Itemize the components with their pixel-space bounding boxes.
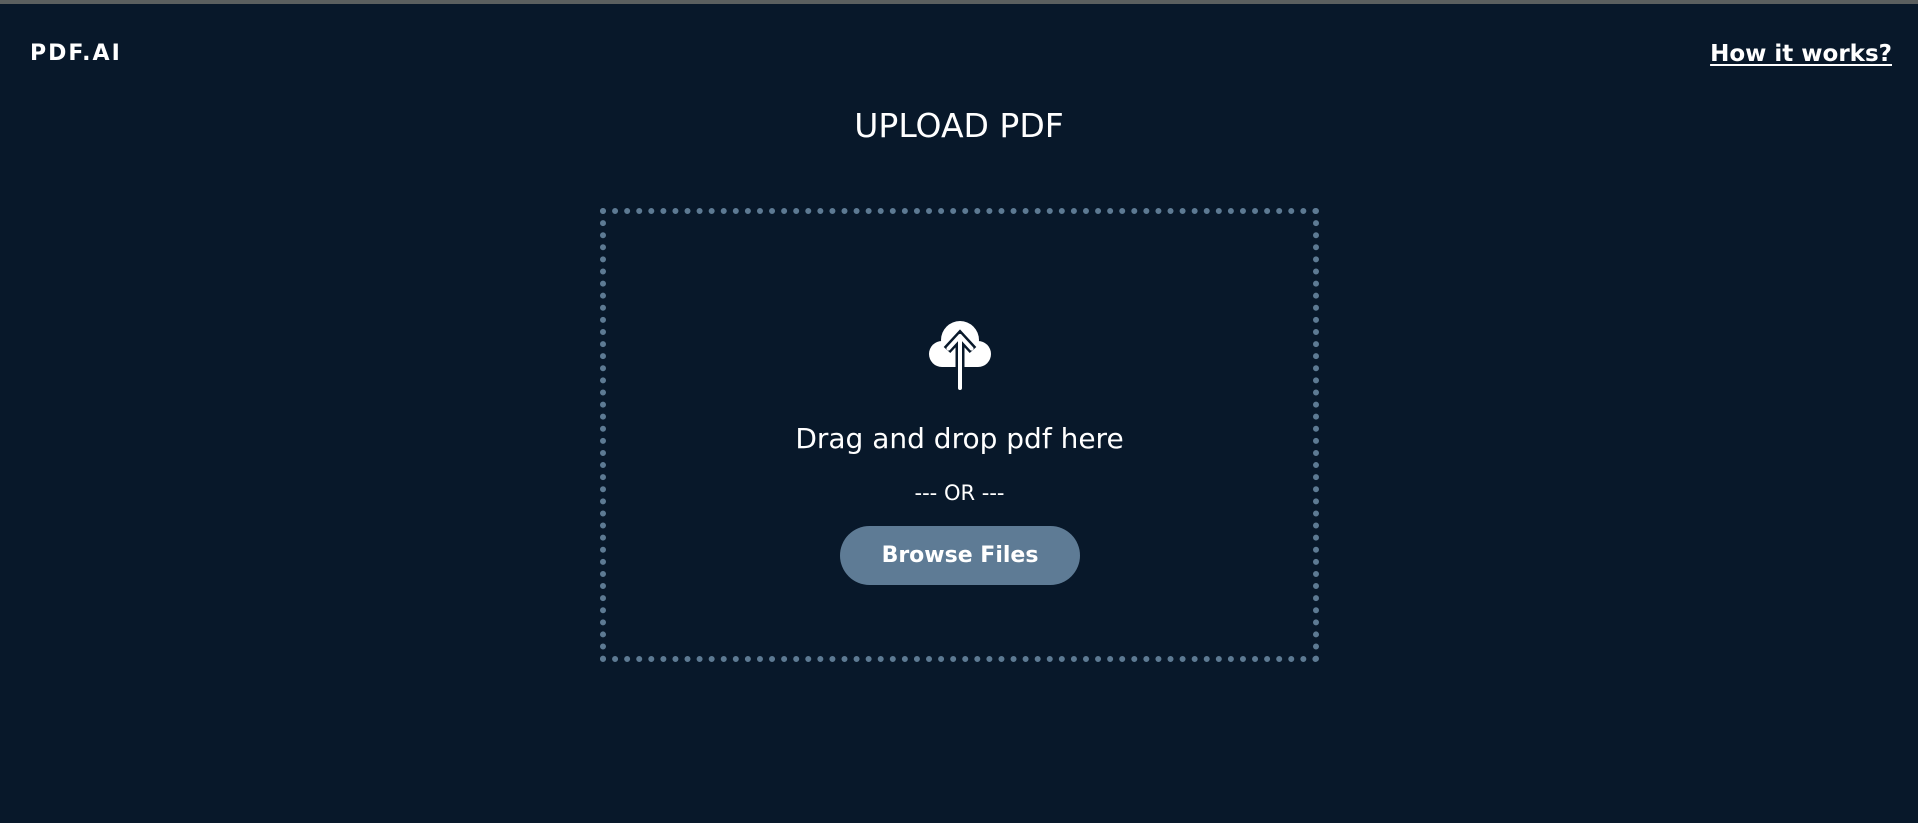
or-separator: --- OR --- [914,481,1005,505]
how-it-works-link[interactable]: How it works? [1710,39,1892,69]
page-title: UPLOAD PDF [854,106,1064,145]
pdf-dropzone[interactable]: Drag and drop pdf here --- OR --- Browse… [600,208,1319,662]
logo[interactable]: PDF.AI [30,40,122,68]
drag-drop-instruction: Drag and drop pdf here [795,422,1124,455]
browse-files-button[interactable]: Browse Files [840,526,1080,585]
window-top-border [0,0,1918,4]
cloud-upload-icon-graphic [928,321,991,390]
cloud-upload-icon [606,312,1313,392]
